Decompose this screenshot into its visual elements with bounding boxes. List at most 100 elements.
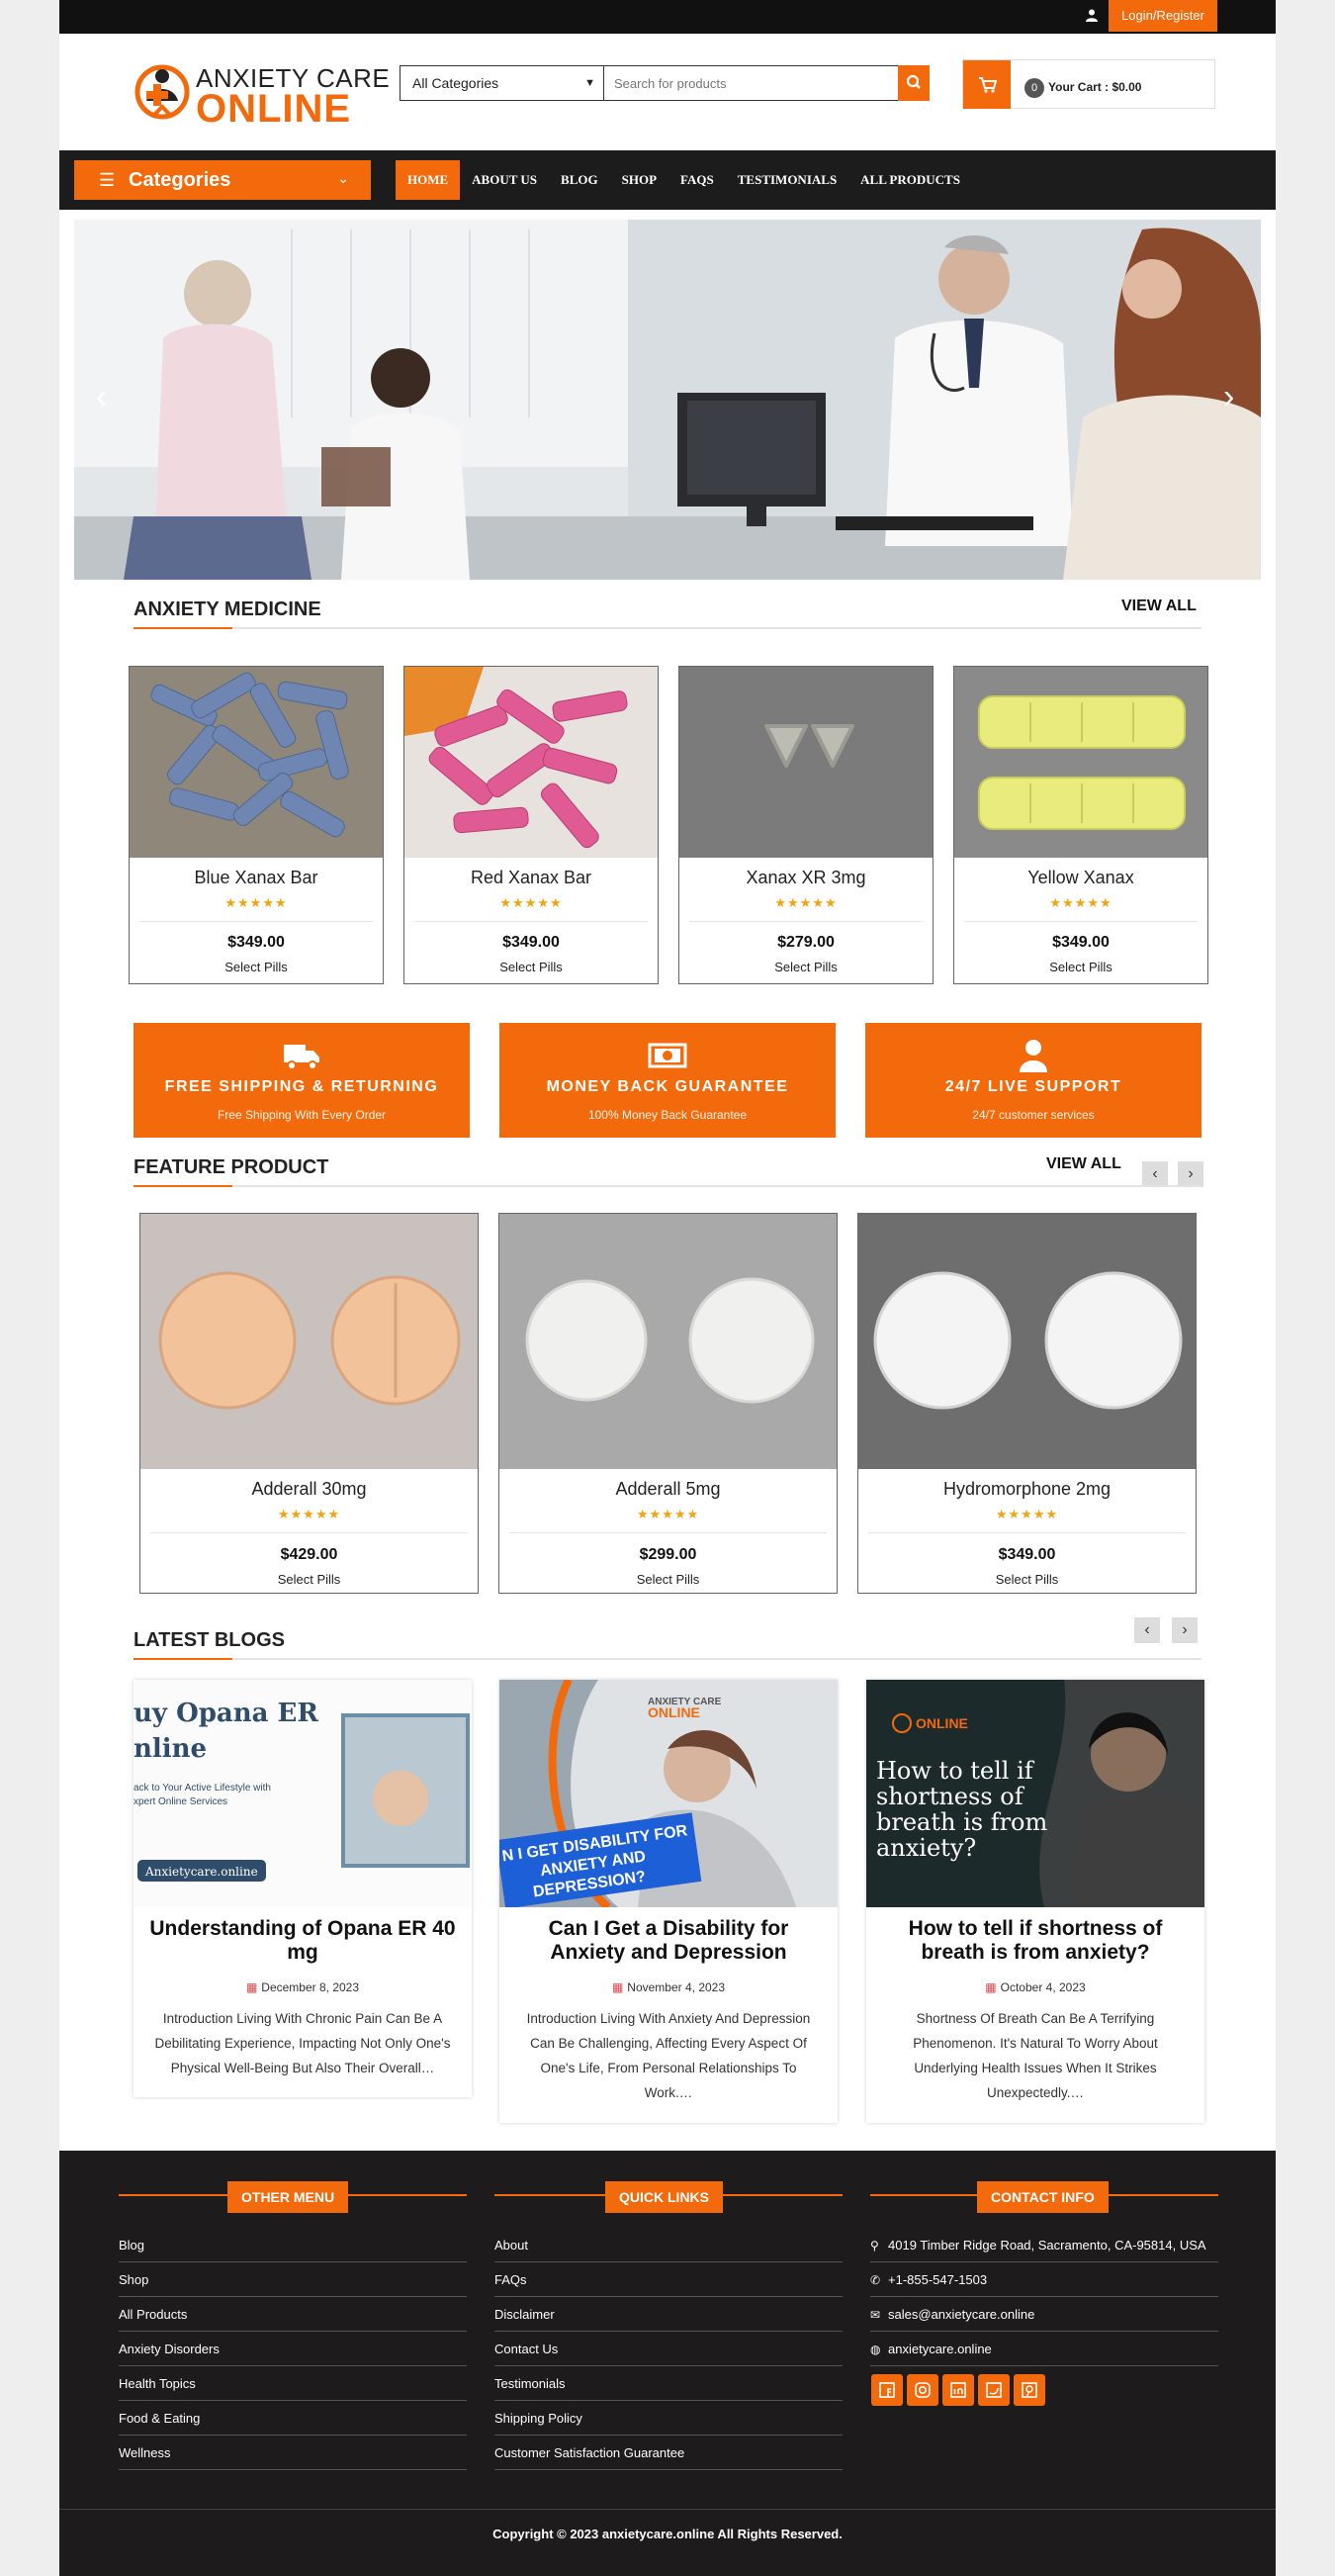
search-input[interactable] [604,66,899,100]
carousel-next-button[interactable]: › [1172,1617,1198,1643]
contact-phone[interactable]: ✆ +1-855-547-1503 [870,2262,1218,2297]
product-name[interactable]: Yellow Xanax [954,868,1207,888]
feature-subtitle: 24/7 customer services [972,1108,1095,1122]
menu-icon: ☰ [99,170,116,190]
product-price: $349.00 [227,934,285,951]
blog-card[interactable]: ANXIETY CARE ONLINE N I GET DISABILITY F… [499,1680,838,2123]
product-name[interactable]: Hydromorphone 2mg [858,1479,1196,1500]
product-card[interactable]: Hydromorphone 2mg ★★★★★ $349.00 Select P… [857,1213,1197,1594]
search-button[interactable] [898,65,930,101]
slider-next-arrow[interactable]: › [1223,378,1234,416]
linkedin-icon [950,2382,966,2398]
slider-prev-arrow[interactable]: ‹ [96,378,107,416]
footer-link[interactable]: Shop [119,2262,467,2297]
product-name[interactable]: Adderall 5mg [499,1479,837,1500]
footer-link[interactable]: Blog [119,2228,467,2262]
product-image [130,667,383,858]
blog-date: ▦ December 8, 2023 [245,1980,360,1994]
carousel-prev-button[interactable]: ‹ [1134,1617,1160,1643]
main-nav: ☰ Categories ⌄ HOME ABOUT US BLOG SHOP F… [59,150,1276,210]
site-logo[interactable]: ANXIETY CARE ONLINE [134,59,390,131]
blog-date: ▦ November 4, 2023 [611,1980,726,1994]
blog-title[interactable]: Understanding of Opana ER 40 mg [147,1917,458,1965]
view-all-link[interactable]: VIEW ALL [1121,598,1197,615]
pinterest-button[interactable] [1014,2374,1045,2406]
footer-link[interactable]: About [494,2228,843,2262]
calendar-icon: ▦ [985,1980,997,1994]
footer-link[interactable]: Anxiety Disorders [119,2332,467,2366]
footer-link[interactable]: Food & Eating [119,2401,467,2436]
hero-slider[interactable]: ‹ › [74,220,1261,580]
footer-link[interactable]: Testimonials [494,2366,843,2401]
product-card[interactable]: Adderall 5mg ★★★★★ $299.00 Select Pills [498,1213,838,1594]
footer-link[interactable]: All Products [119,2297,467,2332]
product-price: $299.00 [639,1546,697,1563]
footer-link[interactable]: Shipping Policy [494,2401,843,2436]
search-bar: All Categories ▼ [400,65,930,101]
blog-title[interactable]: How to tell if shortness of breath is fr… [880,1917,1191,1965]
cart-button[interactable] [963,60,1011,109]
twitter-button[interactable] [978,2374,1010,2406]
categories-button[interactable]: ☰ Categories ⌄ [74,160,371,200]
product-card[interactable]: Red Xanax Bar ★★★★★ $349.00 Select Pills [403,666,659,984]
twitter-icon [986,2382,1002,2398]
select-pills-link[interactable]: Select Pills [130,960,383,974]
nav-item-all-products[interactable]: ALL PRODUCTS [848,160,972,200]
svg-text:anxiety?: anxiety? [876,1834,976,1862]
carousel-prev-button[interactable]: ‹ [1142,1161,1168,1187]
nav-item-faqs[interactable]: FAQS [668,160,726,200]
calendar-icon: ▦ [611,1980,624,1994]
carousel-next-button[interactable]: › [1178,1161,1203,1187]
product-image [679,667,933,858]
select-pills-link[interactable]: Select Pills [404,960,658,974]
blog-title[interactable]: Can I Get a Disability for Anxiety and D… [513,1917,824,1965]
facebook-icon [879,2382,895,2398]
footer-link[interactable]: Disclaimer [494,2297,843,2332]
footer-link[interactable]: Contact Us [494,2332,843,2366]
login-register-button[interactable]: Login/Register [1109,0,1217,32]
page: Login/Register ANXIETY CARE ONLINE All C… [59,0,1276,2576]
footer-link[interactable]: Customer Satisfaction Guarantee [494,2436,843,2470]
view-all-link[interactable]: VIEW ALL [1046,1155,1121,1173]
product-card[interactable]: Yellow Xanax ★★★★★ $349.00 Select Pills [953,666,1208,984]
footer-link[interactable]: Health Topics [119,2366,467,2401]
contact-website[interactable]: ◍ anxietycare.online [870,2332,1218,2366]
nav-item-about-us[interactable]: ABOUT US [460,160,549,200]
nav-item-shop[interactable]: SHOP [610,160,668,200]
feature-box-shipping: FREE SHIPPING & RETURNING Free Shipping … [134,1023,470,1138]
blog-card[interactable]: uy Opana ER nline ack to Your Active Lif… [134,1680,472,2097]
user-icon [1086,9,1098,25]
svg-text:ack to Your Active Lifestyle w: ack to Your Active Lifestyle with [134,1783,271,1794]
select-pills-link[interactable]: Select Pills [499,1572,837,1587]
contact-email[interactable]: ✉ sales@anxietycare.online [870,2297,1218,2332]
cart-widget[interactable]: 0 Your Cart : $0.00 [962,59,1215,109]
phone-icon: ✆ [870,2273,881,2287]
product-card[interactable]: Adderall 30mg ★★★★★ $429.00 Select Pills [139,1213,479,1594]
footer-link[interactable]: Wellness [119,2436,467,2470]
select-pills-link[interactable]: Select Pills [679,960,933,974]
product-name[interactable]: Adderall 30mg [140,1479,478,1500]
nav-item-testimonials[interactable]: TESTIMONIALS [726,160,848,200]
product-card[interactable]: Xanax XR 3mg ★★★★★ $279.00 Select Pills [678,666,934,984]
select-pills-link[interactable]: Select Pills [140,1572,478,1587]
feature-title: 24/7 LIVE SUPPORT [944,1078,1122,1095]
category-select[interactable]: All Categories ▼ [400,66,604,100]
product-name[interactable]: Blue Xanax Bar [130,868,383,888]
product-name[interactable]: Xanax XR 3mg [679,868,933,888]
product-image [954,667,1207,858]
truck-icon [284,1045,319,1070]
nav-item-home[interactable]: HOME [396,160,461,200]
product-card[interactable]: Blue Xanax Bar ★★★★★ $349.00 Select Pill… [129,666,384,984]
facebook-button[interactable] [871,2374,903,2406]
section-divider [134,1185,1202,1187]
select-pills-link[interactable]: Select Pills [858,1572,1196,1587]
blog-card[interactable]: ONLINE How to tell if shortness of breat… [866,1680,1204,2123]
footer-heading: CONTACT INFO [977,2181,1109,2213]
linkedin-button[interactable] [942,2374,974,2406]
product-name[interactable]: Red Xanax Bar [404,868,658,888]
footer-link[interactable]: FAQs [494,2262,843,2297]
select-pills-link[interactable]: Select Pills [954,960,1207,974]
blog-image: ANXIETY CARE ONLINE N I GET DISABILITY F… [499,1680,838,1907]
nav-item-blog[interactable]: BLOG [549,160,610,200]
instagram-button[interactable] [907,2374,938,2406]
